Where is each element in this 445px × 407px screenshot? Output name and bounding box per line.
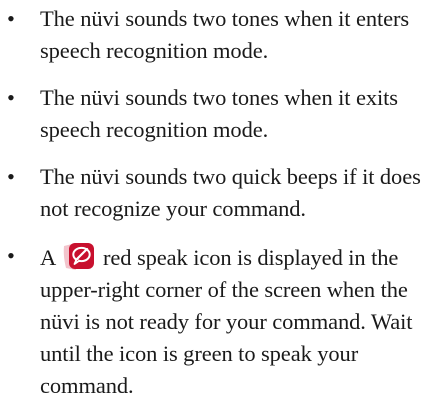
document-page: • The nüvi sounds two tones when it ente…: [0, 0, 445, 407]
list-item-text: The nüvi sounds two tones when it exits …: [40, 85, 398, 142]
bullet-marker: •: [7, 243, 15, 268]
bullet-marker: •: [7, 6, 15, 31]
speech-recognition-notes-list: • The nüvi sounds two tones when it ente…: [0, 3, 445, 402]
list-item: • The nüvi sounds two tones when it exit…: [0, 82, 445, 146]
bullet-marker: •: [7, 85, 15, 110]
list-item-text: The nüvi sounds two quick beeps if it do…: [40, 164, 421, 221]
list-item-text-before-icon: A: [40, 245, 55, 270]
list-item-text: The nüvi sounds two tones when it enters…: [40, 6, 410, 63]
list-item: • The nüvi sounds two tones when it ente…: [0, 3, 445, 67]
list-item: • A red speak icon is displayed in the u…: [0, 240, 445, 402]
bullet-marker: •: [7, 164, 15, 189]
list-item: • The nüvi sounds two quick beeps if it …: [0, 161, 445, 225]
red-speak-icon: [62, 240, 96, 272]
